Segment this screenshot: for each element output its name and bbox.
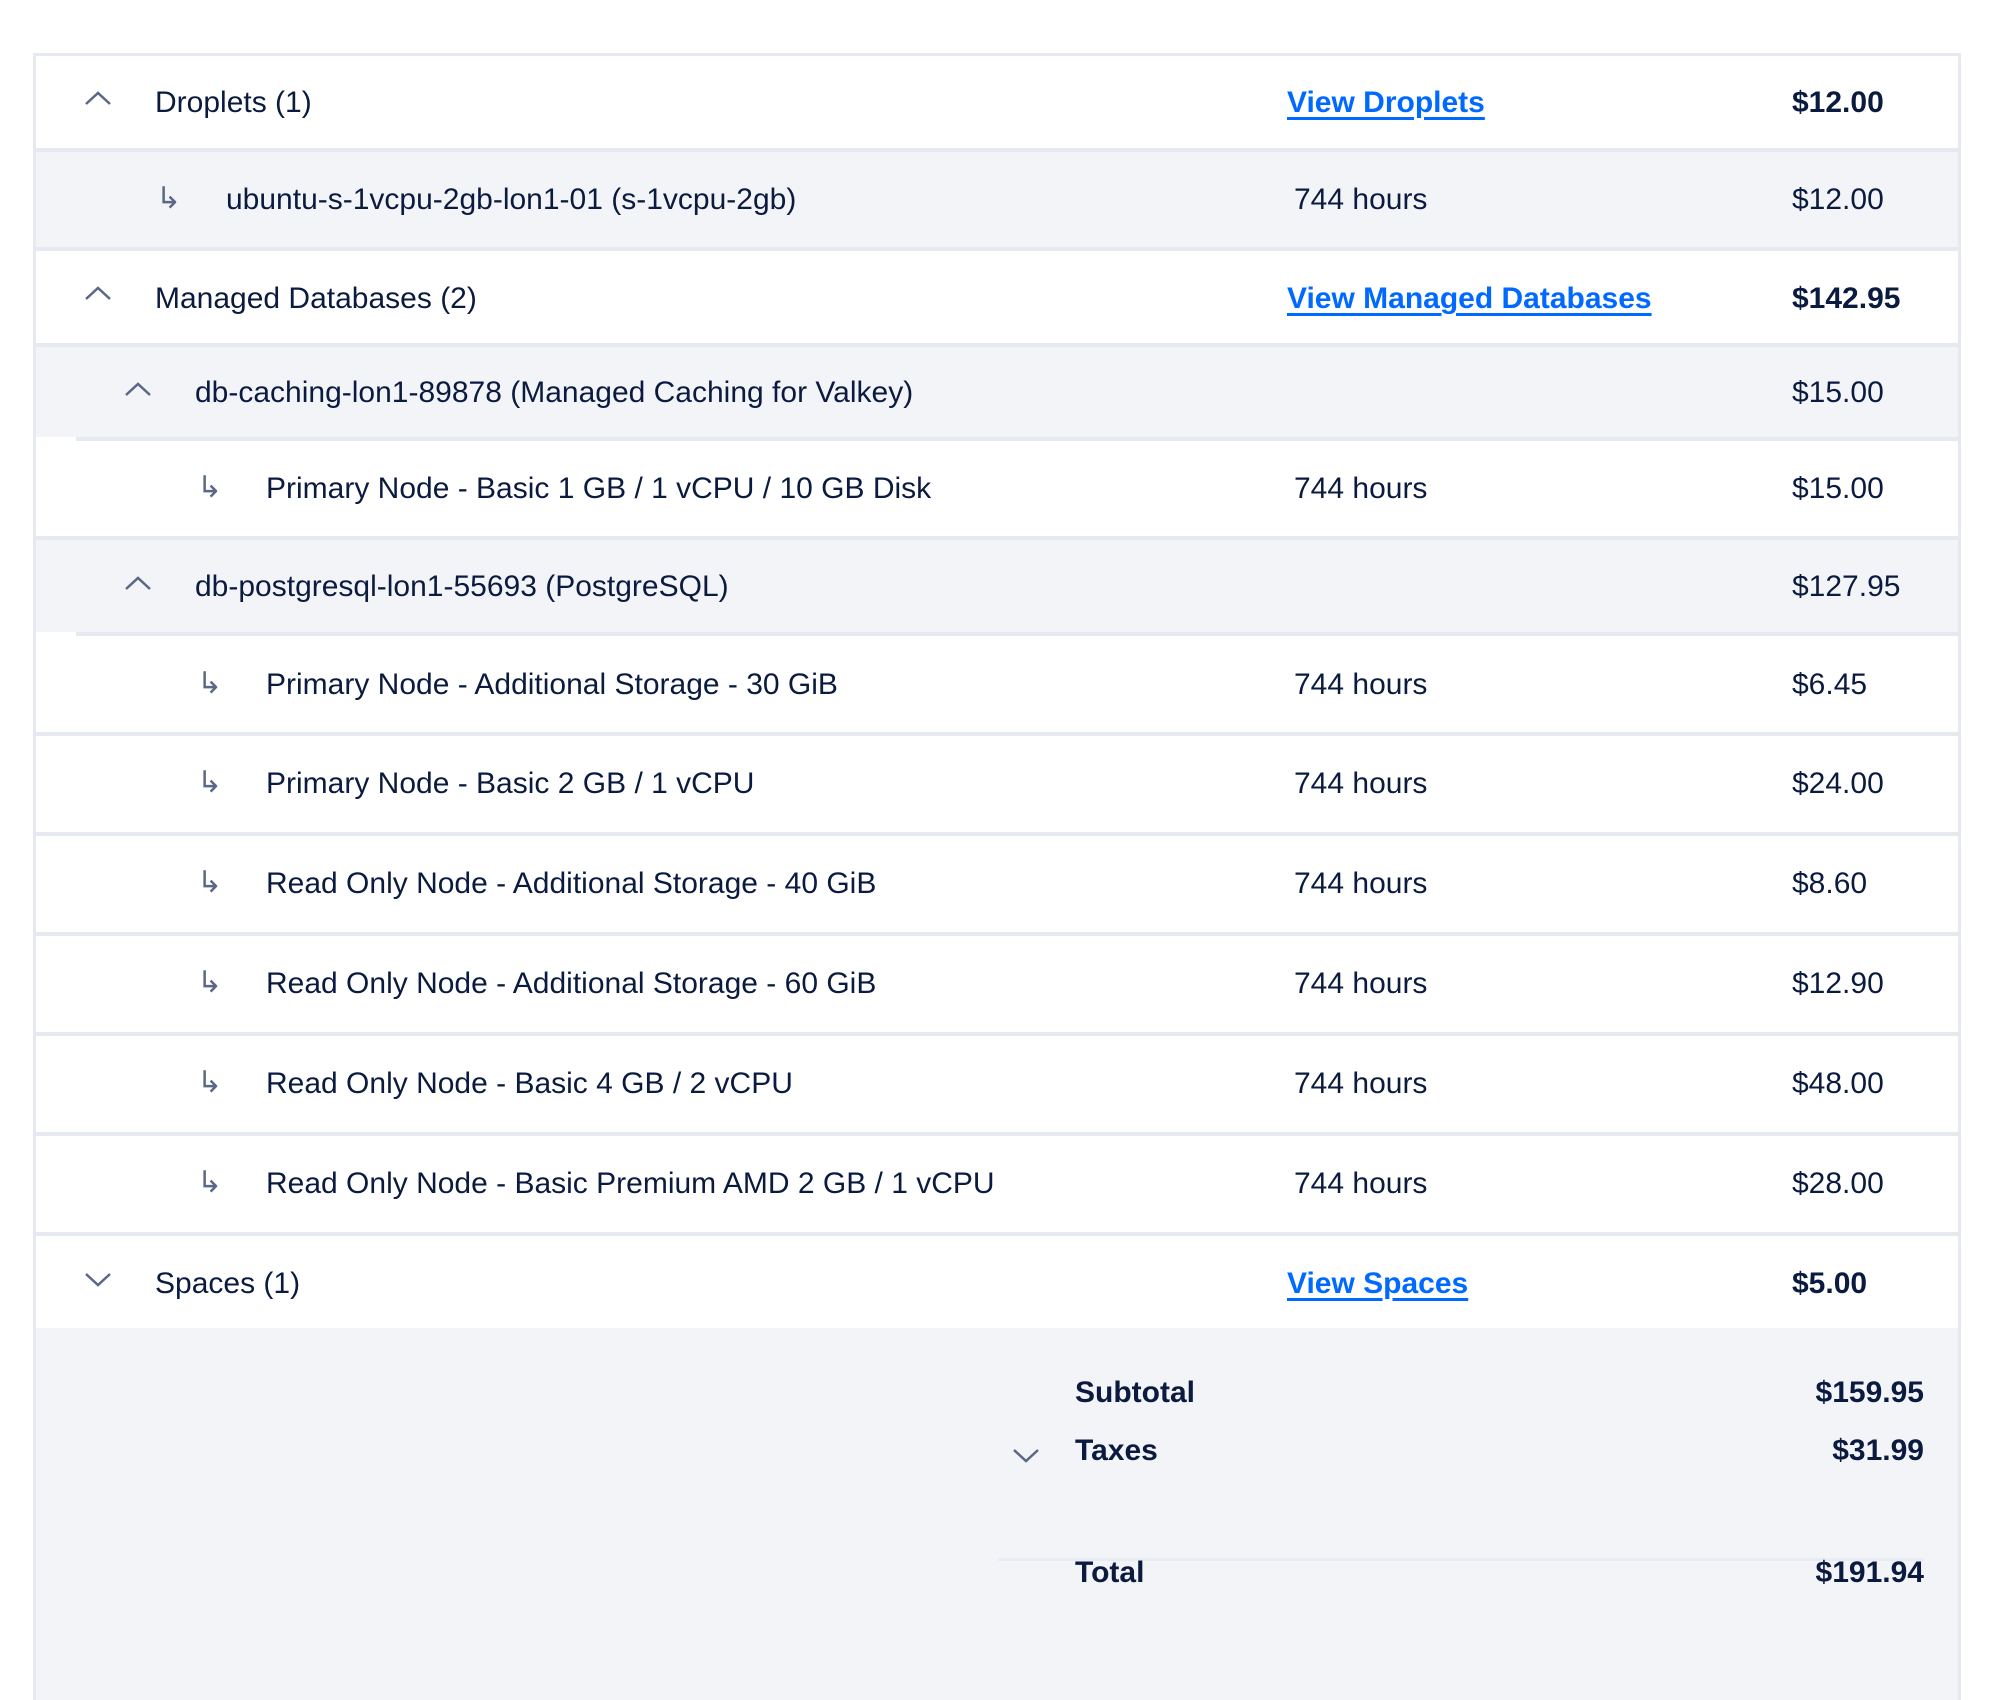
group-row-spaces: Spaces (1) View Spaces $5.00 (36, 1236, 1958, 1328)
view-droplets-link[interactable]: View Droplets (1287, 86, 1485, 120)
item-name: Read Only Node - Basic 4 GB / 2 vCPU (266, 1067, 793, 1100)
sub-item-arrow-icon: ↳ (197, 1066, 223, 1099)
view-managed-databases-link[interactable]: View Managed Databases (1287, 282, 1652, 316)
line-item-row: ↳ Primary Node - Basic 2 GB / 1 vCPU 744… (36, 736, 1958, 832)
sub-item-arrow-icon: ↳ (156, 182, 182, 215)
item-hours: 744 hours (1294, 1067, 1428, 1100)
item-hours: 744 hours (1294, 767, 1428, 800)
view-spaces-link[interactable]: View Spaces (1287, 1267, 1468, 1301)
item-hours: 744 hours (1294, 472, 1428, 505)
group-total: $142.95 (1792, 282, 1901, 315)
item-hours: 744 hours (1294, 668, 1428, 701)
line-item-row: ↳ Read Only Node - Additional Storage - … (36, 836, 1958, 932)
line-item-row: ↳ ubuntu-s-1vcpu-2gb-lon1-01 (s-1vcpu-2g… (36, 152, 1958, 247)
invoice-page: Droplets (1) View Droplets $12.00 ↳ ubun… (0, 0, 1992, 1700)
item-hours: 744 hours (1294, 967, 1428, 1000)
item-name: Read Only Node - Basic Premium AMD 2 GB … (266, 1167, 995, 1200)
group-total: $5.00 (1792, 1267, 1868, 1300)
chevron-up-icon[interactable] (80, 281, 116, 305)
line-item-row: ↳ Read Only Node - Additional Storage - … (36, 936, 1958, 1032)
chevron-down-icon[interactable] (80, 1268, 116, 1292)
cluster-row-postgresql: db-postgresql-lon1-55693 (PostgreSQL) $1… (36, 540, 1958, 632)
line-item-row: ↳ Primary Node - Additional Storage - 30… (36, 636, 1958, 732)
line-item-row: ↳ Read Only Node - Basic 4 GB / 2 vCPU 7… (36, 1036, 1958, 1132)
item-price: $28.00 (1792, 1167, 1884, 1200)
item-price: $48.00 (1792, 1067, 1884, 1100)
chevron-down-icon[interactable] (1008, 1444, 1044, 1468)
cluster-total: $15.00 (1792, 376, 1884, 409)
group-label: Managed Databases (2) (155, 282, 477, 315)
item-name: Read Only Node - Additional Storage - 40… (266, 867, 877, 900)
group-total: $12.00 (1792, 86, 1884, 119)
item-name: Primary Node - Basic 1 GB / 1 vCPU / 10 … (266, 472, 932, 505)
sub-item-arrow-icon: ↳ (197, 866, 223, 899)
chevron-up-icon[interactable] (120, 377, 156, 401)
subtotal-label: Subtotal (1075, 1376, 1195, 1409)
invoice-summary: Subtotal $159.95 Taxes $31.99 Total $191… (36, 1328, 1958, 1700)
sub-item-arrow-icon: ↳ (197, 966, 223, 999)
item-price: $6.45 (1792, 668, 1868, 701)
item-price: $8.60 (1792, 867, 1868, 900)
line-item-row: ↳ Primary Node - Basic 1 GB / 1 vCPU / 1… (36, 441, 1958, 536)
total-label-text: Total (1075, 1556, 1145, 1589)
taxes-value: $31.99 (1832, 1434, 1924, 1467)
chevron-up-icon[interactable] (80, 86, 116, 110)
chevron-up-icon[interactable] (120, 571, 156, 595)
group-label: Spaces (1) (155, 1267, 301, 1300)
line-item-row: ↳ Read Only Node - Basic Premium AMD 2 G… (36, 1136, 1958, 1232)
item-hours: 744 hours (1294, 867, 1428, 900)
cluster-total: $127.95 (1792, 570, 1901, 603)
group-label: Droplets (1) (155, 86, 312, 119)
sub-item-arrow-icon: ↳ (197, 471, 223, 504)
sub-item-arrow-icon: ↳ (197, 766, 223, 799)
cluster-label: db-caching-lon1-89878 (Managed Caching f… (195, 376, 914, 409)
item-name: Primary Node - Additional Storage - 30 G… (266, 668, 838, 701)
item-hours: 744 hours (1294, 183, 1428, 216)
subtotal-value: $159.95 (1815, 1376, 1924, 1409)
cluster-row-caching: db-caching-lon1-89878 (Managed Caching f… (36, 347, 1958, 437)
item-hours: 744 hours (1294, 1167, 1428, 1200)
item-price: $15.00 (1792, 472, 1884, 505)
item-name: Primary Node - Basic 2 GB / 1 vCPU (266, 767, 755, 800)
total-value: $191.94 (1815, 1556, 1924, 1589)
cluster-label: db-postgresql-lon1-55693 (PostgreSQL) (195, 570, 729, 603)
sub-item-arrow-icon: ↳ (197, 1166, 223, 1199)
item-price: $24.00 (1792, 767, 1884, 800)
group-row-databases: Managed Databases (2) View Managed Datab… (36, 251, 1958, 343)
item-price: $12.90 (1792, 967, 1884, 1000)
sub-item-arrow-icon: ↳ (197, 667, 223, 700)
taxes-label[interactable]: Taxes (1075, 1434, 1158, 1468)
item-name: Read Only Node - Additional Storage - 60… (266, 967, 877, 1000)
invoice-breakdown-card: Droplets (1) View Droplets $12.00 ↳ ubun… (33, 53, 1961, 1700)
item-price: $12.00 (1792, 183, 1884, 216)
item-name: ubuntu-s-1vcpu-2gb-lon1-01 (s-1vcpu-2gb) (226, 183, 797, 216)
group-row-droplets: Droplets (1) View Droplets $12.00 (36, 56, 1958, 148)
